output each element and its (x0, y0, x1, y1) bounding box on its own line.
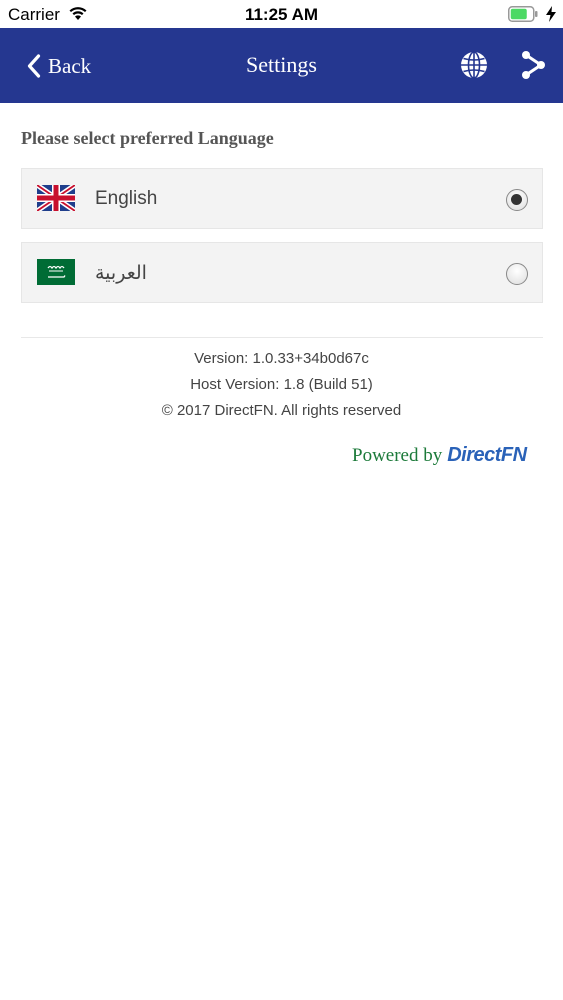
version-label: Version: 1.0.33+34b0d67c (194, 350, 369, 367)
battery-icon (508, 6, 538, 22)
charging-bolt-icon (546, 6, 556, 22)
saudi-flag-icon (37, 259, 75, 285)
status-bar: Carrier 11:25 AM (0, 0, 563, 28)
radio-english[interactable] (506, 189, 528, 211)
language-heading: Please select preferred Language (21, 128, 274, 148)
divider (21, 337, 543, 338)
back-button[interactable]: Back (26, 50, 91, 82)
nav-bar: Back Settings (0, 28, 563, 103)
chevron-left-icon (27, 54, 41, 78)
copyright-label: © 2017 DirectFN. All rights reserved (161, 402, 402, 419)
language-option-english[interactable]: English (21, 168, 543, 229)
language-label-english: English (95, 188, 158, 209)
language-option-arabic[interactable]: العربية (21, 242, 543, 303)
powered-by: Powered by DirectFN (352, 444, 527, 467)
globe-icon[interactable] (459, 50, 489, 80)
brand-logo: DirectFN (447, 444, 527, 466)
language-label-arabic: العربية (95, 263, 147, 284)
radio-arabic[interactable] (506, 263, 528, 285)
share-icon[interactable] (519, 50, 547, 80)
clock: 11:25 AM (244, 5, 319, 24)
host-version-label: Host Version: 1.8 (Build 51) (190, 376, 373, 393)
powered-by-label: Powered by (352, 445, 443, 466)
uk-flag-icon (37, 185, 75, 211)
back-label: Back (48, 53, 92, 78)
